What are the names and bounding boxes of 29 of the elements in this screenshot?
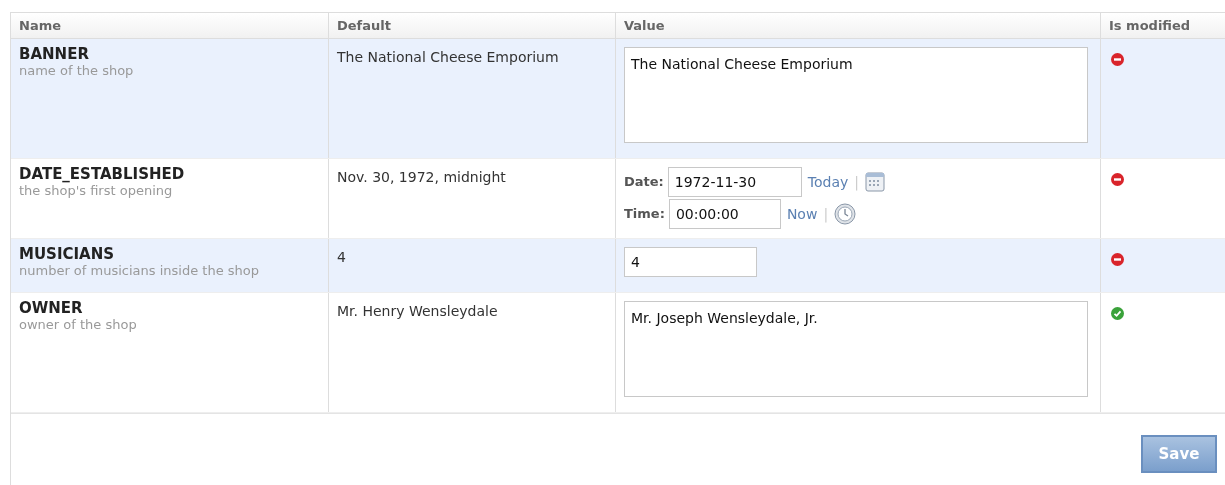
setting-description: number of musicians inside the shop bbox=[19, 263, 259, 279]
today-link[interactable]: Today bbox=[807, 171, 849, 193]
setting-name: MUSICIANS bbox=[19, 245, 115, 263]
setting-description: name of the shop bbox=[19, 63, 134, 79]
setting-name: OWNER bbox=[19, 299, 83, 317]
separator: | bbox=[854, 172, 859, 193]
now-link[interactable]: Now bbox=[786, 203, 818, 225]
calendar-icon[interactable] bbox=[865, 172, 885, 192]
value-input[interactable]: 4 bbox=[624, 247, 757, 277]
column-header: Value bbox=[624, 16, 665, 35]
value-textarea[interactable]: The National Cheese Emporium bbox=[624, 47, 1088, 143]
date-input[interactable]: 1972-11-30 bbox=[667, 167, 802, 197]
setting-name: BANNER bbox=[19, 45, 89, 63]
value-textarea[interactable]: Mr. Joseph Wensleydale, Jr. bbox=[624, 301, 1088, 397]
time-input[interactable]: 00:00:00 bbox=[668, 199, 781, 229]
default-value: The National Cheese Emporium bbox=[337, 48, 559, 67]
setting-description: owner of the shop bbox=[19, 317, 137, 333]
column-header: Name bbox=[19, 16, 61, 35]
column-header: Is modified bbox=[1109, 16, 1191, 35]
clock-icon[interactable] bbox=[834, 203, 857, 225]
time-label: Time: bbox=[624, 205, 665, 224]
separator: | bbox=[823, 204, 829, 225]
column-header: Default bbox=[337, 16, 391, 35]
default-value: Mr. Henry Wensleydale bbox=[337, 302, 498, 321]
setting-description: the shop's first opening bbox=[19, 183, 173, 199]
date-label: Date: bbox=[624, 173, 664, 192]
default-value: 4 bbox=[337, 248, 346, 267]
default-value: Nov. 30, 1972, midnight bbox=[337, 168, 506, 187]
setting-name: DATE_ESTABLISHED bbox=[19, 165, 185, 183]
